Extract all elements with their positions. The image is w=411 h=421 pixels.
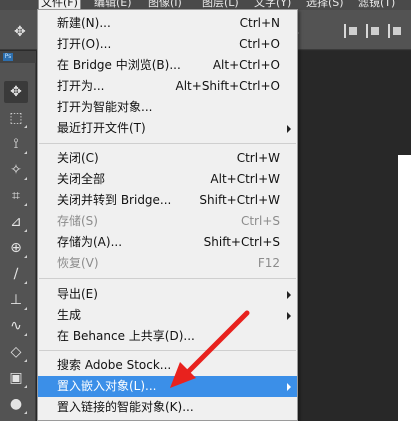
history-brush-tool-icon[interactable]: ∿ <box>4 315 28 337</box>
menu-item-label: 打开(O)... <box>57 37 112 51</box>
marquee-tool-icon[interactable]: ⬚ <box>4 107 28 129</box>
menu-separator <box>39 350 296 351</box>
align-left-icon[interactable] <box>344 24 358 38</box>
menu-item-label: 关闭全部 <box>57 172 106 186</box>
submenu-arrow-icon <box>287 312 291 320</box>
menu-item-export[interactable]: 导出(E) <box>38 284 297 305</box>
quick-selection-tool-icon[interactable]: ✧ <box>4 159 28 181</box>
menu-item-shortcut: Ctrl+O <box>239 37 280 51</box>
menu-item-generate[interactable]: 生成 <box>38 305 297 326</box>
menu-item-shortcut: Shift+Ctrl+W <box>199 193 280 207</box>
menu-select[interactable]: 选择(S) <box>304 0 346 10</box>
photoshop-logo: Ps <box>3 53 13 61</box>
blur-tool-icon[interactable]: ● <box>4 393 28 415</box>
menu-item-search-adobe-stock[interactable]: 搜索 Adobe Stock... <box>38 355 297 376</box>
submenu-arrow-icon <box>287 291 291 299</box>
align-right-icon[interactable] <box>388 24 402 38</box>
blur-glyph: ● <box>9 396 23 412</box>
marquee-glyph: ⬚ <box>9 110 23 126</box>
menu-item-label: 存储为(A)... <box>57 235 123 249</box>
menu-item-close-all[interactable]: 关闭全部 Alt+Ctrl+W <box>38 169 297 190</box>
align-center-icon[interactable] <box>366 24 380 38</box>
menu-separator <box>39 278 296 279</box>
menu-item-label: 打开为智能对象... <box>57 100 153 114</box>
menu-item-label: 打开为... <box>57 79 105 93</box>
menu-item-label: 搜索 Adobe Stock... <box>57 358 172 372</box>
eyedropper-glyph: ⊿ <box>10 214 22 230</box>
eyedropper-tool-icon[interactable]: ⊿ <box>4 211 28 233</box>
menu-item-close[interactable]: 关闭(C) Ctrl+W <box>38 148 297 169</box>
menu-item-save: 存储(S) Ctrl+S <box>38 211 297 232</box>
crop-glyph: ⌗ <box>12 188 20 204</box>
crop-tool-icon[interactable]: ⌗ <box>4 185 28 207</box>
history-brush-glyph: ∿ <box>10 318 22 334</box>
menu-item-shortcut: Alt+Ctrl+W <box>210 172 280 186</box>
menu-item-open-recent[interactable]: 最近打开文件(T) <box>38 118 297 139</box>
menu-item-shortcut: Ctrl+N <box>239 16 280 30</box>
brush-tool-icon[interactable]: ∕ <box>4 263 28 285</box>
menu-item-save-as[interactable]: 存储为(A)... Shift+Ctrl+S <box>38 232 297 253</box>
menu-item-place-linked[interactable]: 置入链接的智能对象(K)... <box>38 397 297 418</box>
quick-selection-glyph: ✧ <box>10 162 22 178</box>
menu-item-label: 置入链接的智能对象(K)... <box>57 400 194 414</box>
menu-item-shortcut: Ctrl+W <box>236 151 280 165</box>
healing-brush-tool-icon[interactable]: ⊕ <box>4 237 28 259</box>
menu-item-shortcut: Alt+Ctrl+O <box>212 58 280 72</box>
move-tool-options-icon[interactable]: ✥ <box>14 24 26 40</box>
eraser-glyph: ◇ <box>10 344 22 360</box>
file-menu-dropdown: 新建(N)... Ctrl+N 打开(O)... Ctrl+O 在 Bridge… <box>37 9 298 421</box>
menu-filter[interactable]: 滤镜(T) <box>356 0 397 10</box>
brush-glyph: ∕ <box>13 266 19 282</box>
menu-item-label: 导出(E) <box>57 287 98 301</box>
eraser-tool-icon[interactable]: ◇ <box>4 341 28 363</box>
menu-item-share-on-behance[interactable]: 在 Behance 上共享(D)... <box>38 326 297 347</box>
menu-item-open-as-smart-object[interactable]: 打开为智能对象... <box>38 97 297 118</box>
menu-item-place-embedded[interactable]: 置入嵌入对象(L)... <box>38 376 297 397</box>
submenu-arrow-icon <box>287 125 291 133</box>
canvas[interactable] <box>398 155 411 421</box>
menu-item-label: 关闭并转到 Bridge... <box>57 193 172 207</box>
menu-item-label: 置入嵌入对象(L)... <box>57 379 157 393</box>
menu-item-label: 在 Bridge 中浏览(B)... <box>57 58 181 72</box>
menu-item-label: 最近打开文件(T) <box>57 121 146 135</box>
clone-stamp-glyph: ⊥ <box>9 292 23 308</box>
menu-item-label: 关闭(C) <box>57 151 99 165</box>
menu-item-shortcut: F12 <box>257 256 280 270</box>
menu-item-revert: 恢复(V) F12 <box>38 253 297 274</box>
menu-item-label: 恢复(V) <box>57 256 99 270</box>
menu-separator <box>39 143 296 144</box>
menu-item-open-as[interactable]: 打开为... Alt+Shift+Ctrl+O <box>38 76 297 97</box>
menu-item-label: 存储(S) <box>57 214 98 228</box>
submenu-arrow-icon <box>287 383 291 391</box>
lasso-tool-icon[interactable]: ⟟ <box>4 133 28 155</box>
toolbar-grip[interactable]: Ps <box>0 51 36 63</box>
menu-item-label: 新建(N)... <box>57 16 111 30</box>
menu-item-label: 在 Behance 上共享(D)... <box>57 329 195 343</box>
move-tool-icon[interactable]: ✥ <box>4 81 28 103</box>
menu-item-shortcut: Alt+Shift+Ctrl+O <box>175 79 280 93</box>
menu-item-open[interactable]: 打开(O)... Ctrl+O <box>38 34 297 55</box>
menu-item-shortcut: Shift+Ctrl+S <box>203 235 280 249</box>
lasso-glyph: ⟟ <box>13 136 19 152</box>
clone-stamp-tool-icon[interactable]: ⊥ <box>4 289 28 311</box>
tool-bar: Ps ✥ ⬚ ⟟ ✧ ⌗ ⊿ ⊕ ∕ ⊥ ∿ ◇ ▣ ● <box>0 51 36 421</box>
menu-item-label: 生成 <box>57 308 82 322</box>
menu-item-close-and-go-to-bridge[interactable]: 关闭并转到 Bridge... Shift+Ctrl+W <box>38 190 297 211</box>
menu-item-browse-in-bridge[interactable]: 在 Bridge 中浏览(B)... Alt+Ctrl+O <box>38 55 297 76</box>
healing-brush-glyph: ⊕ <box>10 240 22 256</box>
gradient-glyph: ▣ <box>9 370 23 386</box>
gradient-tool-icon[interactable]: ▣ <box>4 367 28 389</box>
menu-item-shortcut: Ctrl+S <box>240 214 280 228</box>
menu-item-new[interactable]: 新建(N)... Ctrl+N <box>38 13 297 34</box>
